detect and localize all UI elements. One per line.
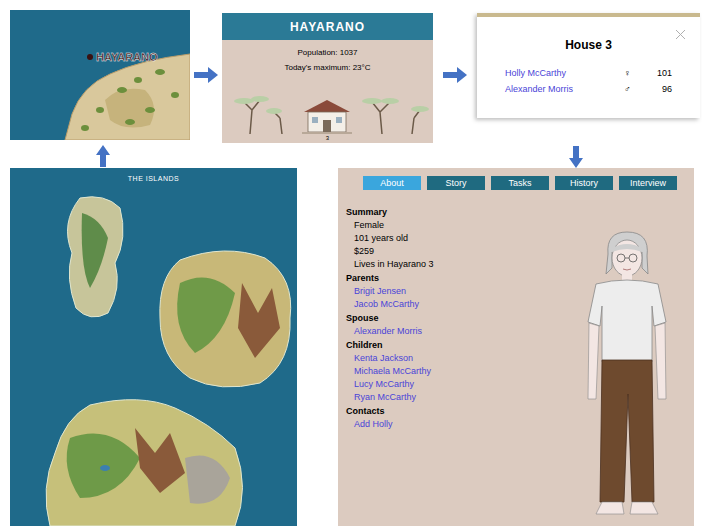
profile-link[interactable]: Kenta Jackson xyxy=(346,352,572,365)
resident-age: 101 xyxy=(644,65,672,81)
character-figure-icon xyxy=(572,224,682,519)
tab[interactable]: Tasks xyxy=(491,176,549,190)
profile-section: SpouseAlexander Morris xyxy=(346,312,572,338)
profile-link[interactable]: Alexander Morris xyxy=(346,325,572,338)
section-heading: Children xyxy=(346,339,572,352)
map-preview[interactable]: HAYARANO xyxy=(10,10,190,140)
resident-age: 96 xyxy=(644,81,672,97)
sex-symbol: ♀ xyxy=(624,65,644,81)
profile-panel: About Story Tasks History Interview SummaryFe… xyxy=(338,168,694,526)
section-heading: Summary xyxy=(346,206,572,219)
resident-row[interactable]: Holly McCarthy♀101 xyxy=(505,65,672,81)
app: HAYARANO HAYARANO Population: 1037 Today's … xyxy=(0,0,702,529)
profile-value: Female xyxy=(346,219,572,232)
profile-link[interactable]: Jacob McCarthy xyxy=(346,298,572,311)
profile-section: SummaryFemale101 years old$259Lives in H… xyxy=(346,206,572,271)
close-icon[interactable] xyxy=(675,29,686,40)
up-arrow-icon xyxy=(96,145,110,167)
profile-link[interactable]: Ryan McCarthy xyxy=(346,391,572,404)
right-arrow-icon xyxy=(194,67,218,83)
tab[interactable]: Story xyxy=(427,176,485,190)
profile-link[interactable]: Michaela McCarthy xyxy=(346,365,572,378)
profile-section: ContactsAdd Holly xyxy=(346,405,572,431)
house-number[interactable]: 3 xyxy=(326,134,329,143)
sex-symbol: ♂ xyxy=(624,81,644,97)
svg-text:HAYARANO: HAYARANO xyxy=(96,51,158,63)
house-dialog: House 3Holly McCarthy♀101Alexander Morri… xyxy=(477,13,700,118)
world-map[interactable]: THE ISLANDS xyxy=(10,168,297,526)
profile-section: ChildrenKenta JacksonMichaela McCarthyLu… xyxy=(346,339,572,404)
town-card-header: HAYARANO xyxy=(222,13,433,40)
profile-link[interactable]: Add Holly xyxy=(346,418,572,431)
profile-link[interactable]: Brigit Jensen xyxy=(346,285,572,298)
population-text: Population: 1037 xyxy=(297,47,357,58)
tab[interactable]: History xyxy=(555,176,613,190)
down-arrow-icon xyxy=(569,146,583,168)
section-heading: Spouse xyxy=(346,312,572,325)
map-crop-icon: HAYARANO xyxy=(10,10,190,140)
profile-section: ParentsBrigit JensenJacob McCarthy xyxy=(346,272,572,311)
town-scene-icon xyxy=(222,88,433,134)
profile-value: $259 xyxy=(346,245,572,258)
section-heading: Contacts xyxy=(346,405,572,418)
right-arrow-icon xyxy=(443,67,467,83)
map-title: THE ISLANDS xyxy=(10,174,297,183)
resident-row[interactable]: Alexander Morris♂96 xyxy=(505,81,672,97)
profile-value: 101 years old xyxy=(346,232,572,245)
resident-name[interactable]: Alexander Morris xyxy=(505,81,624,97)
dialog-title: House 3 xyxy=(477,17,700,53)
town-card: HAYARANO Population: 1037 Today's maximum:… xyxy=(222,13,433,143)
profile-value: Lives in Hayarano 3 xyxy=(346,258,572,271)
islands-map-icon xyxy=(10,168,297,526)
profile-link[interactable]: Lucy McCarthy xyxy=(346,378,572,391)
tab-bar: About Story Tasks History Interview xyxy=(338,168,694,190)
resident-name[interactable]: Holly McCarthy xyxy=(505,65,624,81)
temperature-text: Today's maximum: 23°C xyxy=(284,62,370,73)
section-heading: Parents xyxy=(346,272,572,285)
profile-details: SummaryFemale101 years old$259Lives in H… xyxy=(338,190,572,526)
tab[interactable]: About xyxy=(363,176,421,190)
tab[interactable]: Interview xyxy=(619,176,677,190)
